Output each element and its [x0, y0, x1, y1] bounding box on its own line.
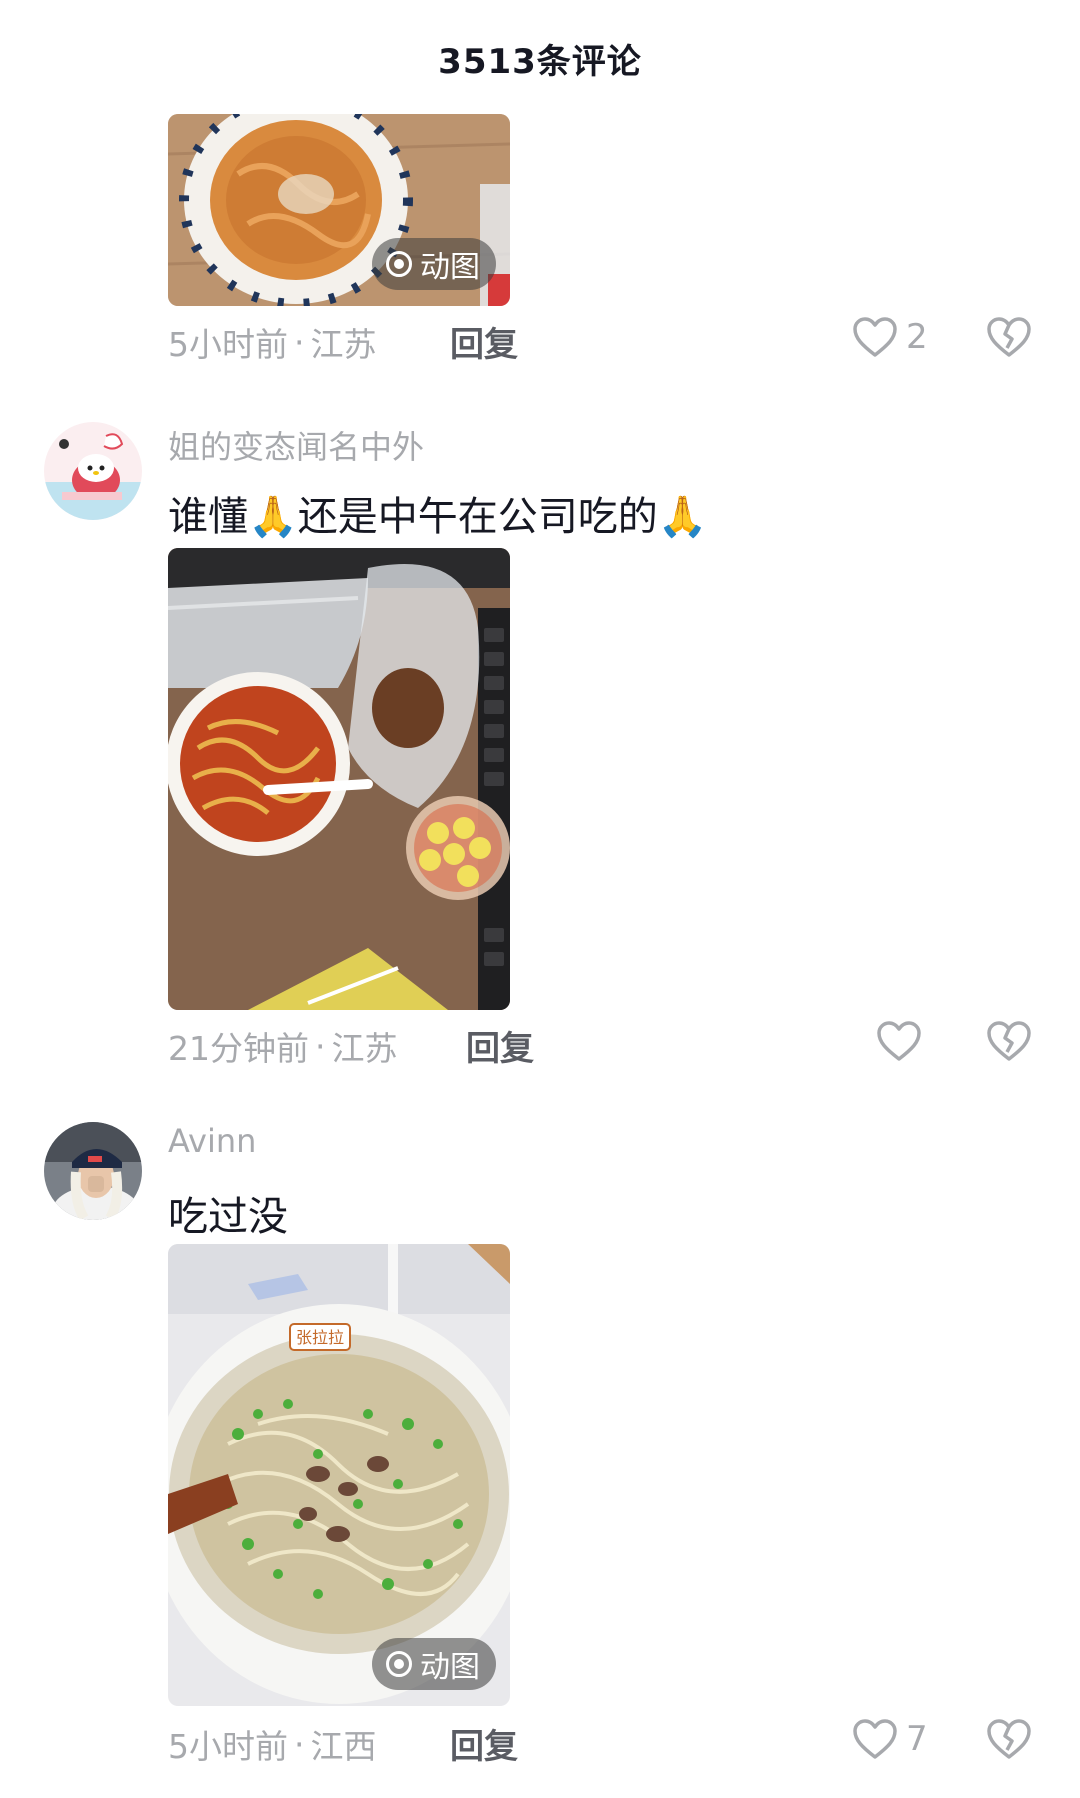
gif-badge: 动图	[372, 1638, 496, 1690]
dislike-button[interactable]	[986, 1718, 1034, 1762]
gif-ring-icon	[386, 1651, 412, 1677]
avatar[interactable]	[44, 1122, 142, 1220]
comment-image[interactable]: 张拉拉 动图	[168, 1244, 510, 1706]
bowl-brand-label: 张拉拉	[296, 1328, 344, 1347]
comment-username[interactable]: Avinn	[168, 1122, 256, 1160]
broken-heart-icon	[987, 1719, 1031, 1759]
comment-item: Avinn 吃过没 张拉拉 动图 5小时前 · 江西 回复 7	[0, 0, 1080, 1798]
like-button[interactable]: 7	[852, 1718, 928, 1760]
like-count: 7	[906, 1719, 928, 1759]
comment-location: 江西	[310, 1727, 377, 1766]
gif-badge-label: 动图	[420, 1650, 480, 1685]
reply-button[interactable]: 回复	[450, 1719, 518, 1768]
avatar-image	[44, 1122, 142, 1220]
meta-separator: ·	[294, 1724, 305, 1764]
comment-time: 5小时前	[168, 1727, 288, 1766]
comment-text: 吃过没	[168, 1194, 288, 1240]
comment-meta: 5小时前 · 江西	[168, 1720, 377, 1768]
heart-outline-icon	[853, 1719, 897, 1759]
beef-noodle-soup-photo: 张拉拉	[168, 1244, 510, 1706]
